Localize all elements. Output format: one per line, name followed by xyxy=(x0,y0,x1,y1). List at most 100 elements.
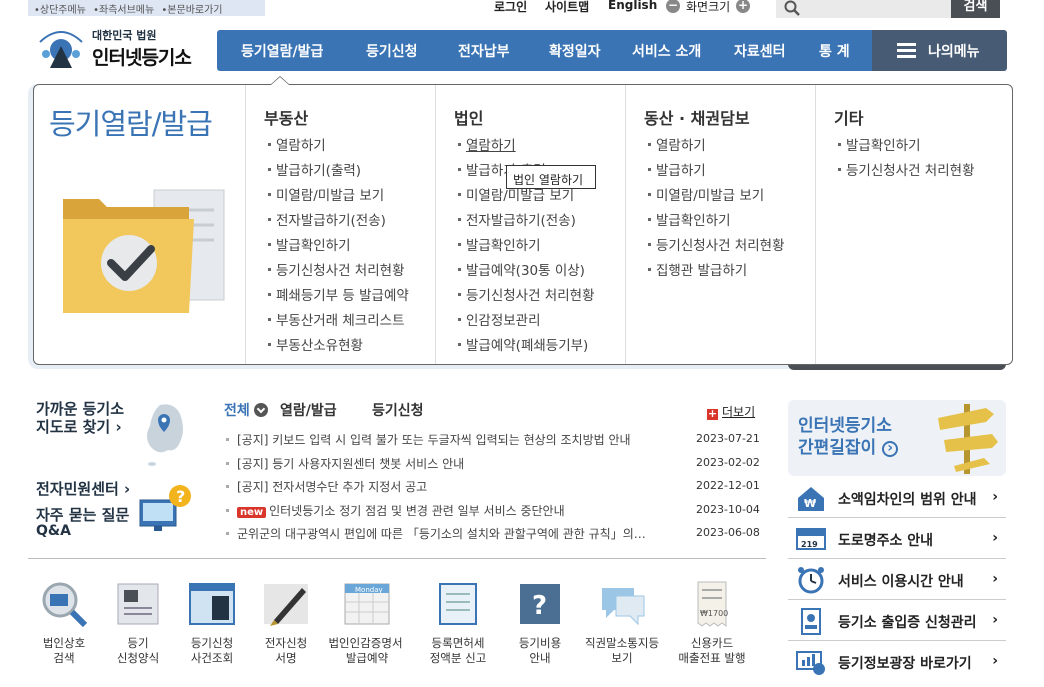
menu-item[interactable]: 집행관 발급하기 xyxy=(648,259,785,284)
notice-row[interactable]: new 인터넷등기소 정기 점검 및 변경 관련 일부 서비스 중단안내 2023-… xyxy=(226,501,760,525)
quick-label: 법인인감증명서 xyxy=(328,636,403,650)
tab-view-issue[interactable]: 열람/발급 xyxy=(280,400,337,420)
quick-license-tax[interactable]: 등록면허세 정액분 신고 xyxy=(418,580,498,666)
quick-card-receipt[interactable]: ₩1700 신용카드 매출전표 발행 xyxy=(672,580,752,666)
menu-item[interactable]: 발급확인하기 xyxy=(838,134,975,159)
quick-label: 서명 xyxy=(275,651,297,665)
menu-item[interactable]: 폐쇄등기부 등 발급예약 xyxy=(268,284,409,309)
section-divider xyxy=(28,558,766,559)
quick-fee-guide[interactable]: ? 등기비용 안내 xyxy=(500,580,580,666)
menu-item[interactable]: 부동산거래 체크리스트 xyxy=(268,309,409,334)
main-nav: 등기열람/발급 등기신청 전자납부 확정일자 서비스 소개 자료센터 통 계 xyxy=(217,30,872,71)
menu-item[interactable]: 부동산소유현황 xyxy=(268,334,409,359)
search-input[interactable] xyxy=(776,0,951,18)
notice-row[interactable]: [공지] 전자서명수단 추가 지정서 공고 2022-12-01 xyxy=(226,477,760,501)
mega-col-corporation: 법인 열람하기 발급하기(출력) 미열람/미발급 보기 전자발급하기(전송) 발… xyxy=(435,85,625,364)
nav-fixed-date[interactable]: 확정일자 xyxy=(549,41,601,61)
service-label: 등기정보광장 바로가기 xyxy=(838,656,972,672)
quick-label: 매출전표 발행 xyxy=(678,651,746,665)
tab-apply[interactable]: 등기신청 xyxy=(372,400,424,420)
faq-link[interactable]: 자주 묻는 질문 Q&A xyxy=(36,506,129,538)
e-civil-center-link[interactable]: 전자민원센터 › xyxy=(36,480,130,498)
menu-item[interactable]: 인감정보관리 xyxy=(458,309,595,334)
menu-item[interactable]: 열람하기 xyxy=(458,134,595,159)
site-logo[interactable]: 대한민국 법원 인터넷등기소 xyxy=(32,24,212,76)
service-hours[interactable]: 서비스 이용시간 안내 › xyxy=(788,559,1006,600)
quick-seal-certificate[interactable]: Monday 법인인감증명서 발급예약 xyxy=(327,580,407,666)
logo-title: 인터넷등기소 xyxy=(92,47,192,69)
my-menu-button[interactable]: 나의메뉴 xyxy=(872,30,1007,71)
question-icon-text: ? xyxy=(532,591,547,621)
quick-cancellation-notice[interactable]: 직권말소통지등 보기 xyxy=(582,580,662,666)
menu-item[interactable]: 발급예약(폐쇄등기부) xyxy=(458,334,595,359)
menu-item[interactable]: 발급확인하기 xyxy=(458,234,595,259)
quick-e-signature[interactable]: 전자신청 서명 xyxy=(246,580,326,666)
menu-item[interactable]: 발급하기(출력) xyxy=(268,159,409,184)
menu-item[interactable]: 발급하기 xyxy=(648,159,785,184)
quick-corp-name-search[interactable]: 법인상호 검색 xyxy=(24,580,104,666)
speech-bubble-icon xyxy=(598,580,646,628)
nav-data-center[interactable]: 자료센터 xyxy=(734,41,786,61)
nav-registration-apply[interactable]: 등기신청 xyxy=(366,41,418,61)
notice-date: 2022-12-01 xyxy=(696,479,760,492)
notice-row[interactable]: [공지] 등기 사용자지원센터 챗봇 서비스 안내 2023-02-02 xyxy=(226,454,760,478)
quick-label: 법인상호 xyxy=(42,636,86,650)
skip-link-content[interactable]: •본문바로가기 xyxy=(161,5,222,16)
zoom-out-icon[interactable]: − xyxy=(666,0,680,13)
tab-all-label: 전체 xyxy=(224,403,250,419)
quick-case-lookup[interactable]: 등기신청 사건조회 xyxy=(172,580,252,666)
menu-item[interactable]: 전자발급하기(전송) xyxy=(268,209,409,234)
menu-item[interactable]: 등기신청사건 처리현황 xyxy=(268,259,409,284)
menu-item[interactable]: 발급확인하기 xyxy=(268,234,409,259)
menu-item[interactable]: 전자발급하기(전송) xyxy=(458,209,595,234)
book-icon xyxy=(434,580,482,628)
service-access-pass[interactable]: 등기소 출입증 신청관리 › xyxy=(788,600,1006,641)
login-link[interactable]: 로그인 xyxy=(494,0,527,15)
map-finder-link[interactable]: 가까운 등기소 지도로 찾기 › xyxy=(36,400,124,436)
menu-item[interactable]: 등기신청사건 처리현황 xyxy=(838,159,975,184)
court-emblem-icon xyxy=(39,31,83,68)
service-label: 도로명주소 안내 xyxy=(838,533,934,549)
quick-label: 사건조회 xyxy=(190,651,234,665)
service-label: 소액임차인의 범위 안내 xyxy=(838,492,977,508)
calendar-icon: Monday xyxy=(343,580,391,628)
hamburger-icon xyxy=(897,43,916,58)
chevron-right-icon: › xyxy=(992,489,998,505)
service-data-plaza[interactable]: 등기정보광장 바로가기 › xyxy=(788,641,1006,682)
nav-service-intro[interactable]: 서비스 소개 xyxy=(632,41,701,61)
menu-item[interactable]: 발급확인하기 xyxy=(648,209,785,234)
quick-label: 신청양식 xyxy=(116,651,160,665)
menu-item[interactable]: 발급예약(30통 이상) xyxy=(458,259,595,284)
tab-all[interactable]: 전체 xyxy=(224,400,268,420)
mega-menu-title: 등기열람/발급 xyxy=(49,107,213,141)
logo-subtitle: 대한민국 법원 xyxy=(92,29,157,42)
sitemap-link[interactable]: 사이트맵 xyxy=(545,0,589,15)
skip-link-top-menu[interactable]: •상단주메뉴 xyxy=(34,5,86,16)
menu-item[interactable]: 등기신청사건 처리현황 xyxy=(458,284,595,309)
guide-title-line2: 간편길잡이 xyxy=(798,438,877,458)
english-link[interactable]: English xyxy=(608,0,657,12)
receipt-icon-text: ₩1700 xyxy=(700,609,728,618)
notice-row[interactable]: [공지] 키보드 입력 시 입력 불가 또는 두글자씩 입력되는 현상의 조치방… xyxy=(226,430,760,454)
menu-item[interactable]: 열람하기 xyxy=(268,134,409,159)
easy-guide-banner[interactable]: 인터넷등기소 간편길잡이 › xyxy=(788,400,1006,476)
zoom-in-icon[interactable]: + xyxy=(736,0,750,13)
menu-item[interactable]: 미열람/미발급 보기 xyxy=(268,184,409,209)
more-label: 더보기 xyxy=(722,405,756,419)
notice-date: 2023-02-02 xyxy=(696,455,760,469)
menu-item[interactable]: 열람하기 xyxy=(648,134,785,159)
quick-registration-forms[interactable]: 등기 신청양식 xyxy=(98,580,178,666)
more-link[interactable]: + 더보기 xyxy=(707,403,755,420)
search-button[interactable]: 검색 xyxy=(951,0,1000,18)
menu-item[interactable]: 미열람/미발급 보기 xyxy=(648,184,785,209)
service-road-address[interactable]: 219 도로명주소 안내 › xyxy=(788,518,1006,559)
menu-item[interactable]: 등기신청사건 처리현황 xyxy=(648,234,785,259)
notice-row[interactable]: 군위군의 대구광역시 편입에 따른 「등기소의 설치와 관할구역에 관한 규칙」… xyxy=(226,524,760,548)
nav-e-payment[interactable]: 전자납부 xyxy=(458,41,510,61)
notice-date: 2023-06-08 xyxy=(696,526,760,539)
won-icon-text: ₩ xyxy=(804,497,816,510)
nav-view-issue[interactable]: 등기열람/발급 xyxy=(241,41,323,61)
service-small-tenant[interactable]: ₩ 소액임차인의 범위 안내 › xyxy=(788,477,1006,518)
nav-statistics[interactable]: 통 계 xyxy=(819,41,850,61)
skip-link-left-menu[interactable]: •좌측서브메뉴 xyxy=(93,5,154,16)
